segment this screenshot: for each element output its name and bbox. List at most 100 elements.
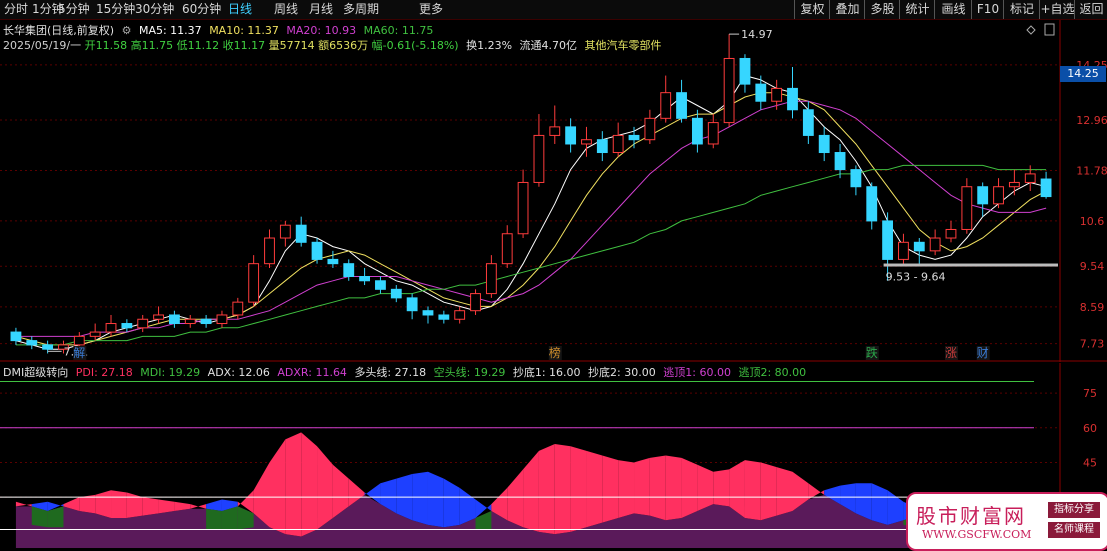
tab-period-2[interactable]: 5分钟 [58, 0, 90, 19]
y-tick-label: 12.96 [1076, 114, 1107, 127]
candle-body [691, 117, 703, 145]
candle-body [216, 314, 228, 325]
candle-body [565, 126, 577, 145]
candle-body [42, 344, 54, 350]
candle-body [1040, 178, 1052, 198]
candle-body [850, 169, 862, 188]
tab-period-3[interactable]: 15分钟 [96, 0, 135, 19]
tab-period-4[interactable]: 30分钟 [135, 0, 174, 19]
candle-body [596, 139, 608, 154]
pdi-mdi-area [412, 471, 428, 525]
tab-period-0[interactable]: 分时 [4, 0, 28, 19]
candle-body [913, 241, 925, 252]
pdi-mdi-area [760, 462, 777, 521]
candle-body [279, 224, 291, 239]
candle-body [454, 310, 466, 320]
toolbar-button-2[interactable]: 多股 [864, 0, 900, 19]
tab-period-5[interactable]: 60分钟 [182, 0, 221, 19]
candle-body [882, 220, 894, 260]
pdi-mdi-area [190, 504, 207, 509]
pdi-mdi-area [142, 497, 159, 516]
pdi-mdi-area [538, 443, 555, 535]
site-watermark: 股市财富网 WWW.GSCFW.COM 指标分享 名师课程 [906, 492, 1107, 551]
candle-body [993, 186, 1004, 205]
pdi-mdi-area [776, 467, 793, 516]
y-tick-label: 45 [1083, 456, 1097, 469]
candle-body [676, 92, 687, 119]
pdi-mdi-area [649, 455, 666, 521]
tab-period-7[interactable]: 周线 [274, 0, 298, 19]
candle-body [818, 134, 830, 154]
candle-body [945, 228, 957, 239]
tab-period-6[interactable]: 日线 [228, 0, 252, 19]
toolbar-button-0[interactable]: 复权 [794, 0, 830, 19]
y-tick-label: 11.78 [1076, 164, 1107, 177]
candle-body [898, 241, 909, 260]
candlestick-chart[interactable]: 14.2512.9611.7810.69.548.597.7314.977.51… [0, 20, 1107, 362]
candle-body [295, 224, 307, 243]
tab-period-9[interactable]: 多周期 [343, 0, 379, 19]
toolbar-button-3[interactable]: 统计 [899, 0, 935, 19]
candle-body [771, 87, 783, 102]
watermark-url: WWW.GSCFW.COM [922, 528, 1032, 541]
pdi-mdi-area [427, 471, 444, 528]
candle-body [89, 331, 101, 337]
candle-body [200, 318, 212, 325]
toolbar-button-1[interactable]: 叠加 [829, 0, 865, 19]
candle-body [105, 323, 117, 333]
candle-body [311, 241, 323, 260]
pdi-mdi-area [158, 499, 175, 514]
candle-body [359, 276, 371, 282]
pdi-mdi-area [697, 464, 714, 511]
toolbar-button-5[interactable]: F10 [971, 0, 1004, 19]
pdi-mdi-area [95, 490, 112, 518]
watermark-title: 股市财富网 [916, 504, 1026, 528]
toolbar-button-8[interactable]: 返回 [1074, 0, 1107, 19]
pdi-mdi-area [443, 478, 460, 528]
candle-body [977, 186, 989, 205]
pdi-mdi-area [744, 460, 761, 521]
candle-body [26, 340, 38, 346]
tab-period-10[interactable]: 更多 [419, 0, 443, 19]
high-price-label: 14.97 [741, 28, 773, 41]
event-marker: 涨 [945, 345, 957, 360]
toolbar-button-7[interactable]: +自选 [1039, 0, 1075, 19]
tab-period-8[interactable]: 月线 [309, 0, 333, 19]
candle-body [501, 233, 513, 265]
candle-body [644, 117, 656, 141]
expand-icon [1044, 23, 1055, 36]
candle-body [153, 314, 164, 320]
pdi-mdi-area [317, 446, 333, 530]
candle-body [723, 57, 735, 124]
candle-body [612, 134, 624, 154]
candle-body [232, 301, 244, 316]
candle-body [248, 263, 260, 303]
candle-body [390, 288, 402, 299]
y-tick-label: 60 [1083, 422, 1097, 435]
period-toolbar: 分时 1分钟 5分钟 15分钟 30分钟 60分钟 日线 周线 月线 多周期 更多 复权 叠加 多股 统计画… [0, 0, 1107, 20]
event-marker: 跌 [866, 345, 878, 360]
pdi-mdi-area [126, 492, 143, 518]
candle-body [406, 297, 418, 312]
ma-line-ma20 [15, 100, 1047, 337]
candle-body [628, 134, 640, 141]
pdi-mdi-area [713, 469, 730, 507]
pdi-mdi-area [618, 460, 635, 518]
candle-body [422, 310, 434, 316]
pdi-mdi-area [301, 432, 318, 537]
pdi-mdi-area [681, 457, 698, 518]
diamond-icon [1026, 25, 1036, 35]
toolbar-button-4[interactable]: 画线 [934, 0, 972, 19]
pdi-mdi-area [887, 490, 904, 525]
candle-body [834, 152, 846, 171]
candle-body [121, 323, 133, 329]
y-tick-label: 75 [1083, 387, 1097, 400]
pdi-mdi-area [507, 469, 524, 528]
event-marker: 解 [73, 346, 85, 360]
candle-body [470, 293, 481, 312]
candle-body [10, 331, 22, 342]
adx-area [206, 508, 222, 530]
toolbar-button-6[interactable]: 标记 [1003, 0, 1040, 19]
pdi-mdi-area [15, 501, 32, 507]
candle-body [137, 318, 149, 329]
